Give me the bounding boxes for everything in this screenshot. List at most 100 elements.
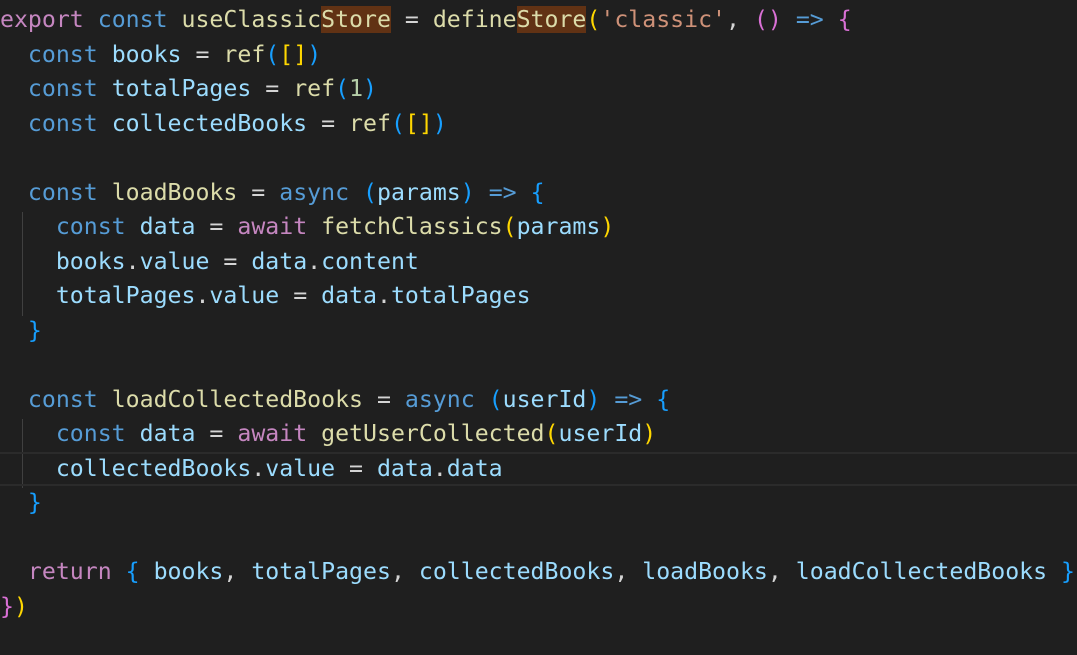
code-token: (: [335, 75, 350, 102]
code-token: }: [27, 489, 42, 516]
code-token: =: [335, 454, 377, 482]
code-line-2[interactable]: const books = ref([]): [0, 38, 1077, 73]
code-token: ): [600, 213, 615, 240]
code-token: const: [97, 6, 168, 33]
code-line-3[interactable]: const totalPages = ref(1): [0, 72, 1077, 107]
code-token: =>: [795, 6, 824, 33]
code-token: books: [55, 247, 126, 275]
code-token: const: [55, 213, 126, 240]
code-token: []: [404, 109, 433, 137]
code-token: await: [237, 420, 308, 447]
code-token: {: [837, 6, 852, 33]
code-token: value: [265, 454, 336, 482]
code-token: ): [13, 592, 28, 620]
code-token: const: [27, 40, 98, 68]
code-line-11[interactable]: [0, 348, 1077, 383]
code-token: data: [446, 454, 503, 482]
code-token: collectedBooks: [55, 454, 252, 482]
code-line-4[interactable]: const collectedBooks = ref([]): [0, 107, 1077, 142]
code-token: =: [362, 385, 405, 413]
code-line-16[interactable]: [0, 521, 1077, 556]
code-token: const: [27, 178, 98, 206]
search-match-highlight: Store: [516, 6, 587, 33]
code-token: data: [251, 247, 308, 275]
code-token: ,: [767, 558, 796, 585]
code-editor[interactable]: export const useClassicStore = defineSto…: [0, 0, 1077, 655]
code-line-8[interactable]: books.value = data.content: [0, 245, 1077, 280]
code-token: ): [642, 420, 657, 447]
code-line-10[interactable]: }: [0, 314, 1077, 349]
code-token: }: [0, 592, 14, 620]
code-token: ): [460, 178, 475, 206]
code-token: .: [432, 454, 447, 482]
code-token: }: [27, 316, 42, 344]
code-line-18[interactable]: }): [0, 590, 1077, 625]
code-token: []: [279, 40, 308, 68]
code-line-1[interactable]: export const useClassicStore = defineSto…: [0, 3, 1077, 38]
code-token: =: [195, 213, 238, 240]
code-token: ,: [223, 558, 252, 585]
code-token: ref: [293, 75, 336, 102]
code-token: content: [321, 247, 419, 275]
code-token: async: [404, 385, 475, 413]
code-token: const: [27, 109, 98, 137]
code-token: loadCollectedBooks: [111, 385, 363, 413]
code-line-15[interactable]: }: [0, 486, 1077, 521]
code-token: collectedBooks: [111, 109, 308, 137]
code-token: const: [27, 385, 98, 413]
code-token: {: [656, 385, 671, 413]
code-line-9[interactable]: totalPages.value = data.totalPages: [0, 279, 1077, 314]
code-token: =: [237, 178, 280, 206]
code-token: getUserCollected: [321, 420, 545, 447]
code-token: ,: [726, 6, 754, 33]
code-token: .: [195, 282, 210, 309]
code-token: totalPages: [251, 558, 391, 585]
code-token: =: [195, 420, 238, 447]
code-line-14[interactable]: collectedBooks.value = data.data: [0, 452, 1077, 487]
code-line-6[interactable]: const loadBooks = async (params) => {: [0, 176, 1077, 211]
code-token: =>: [614, 385, 643, 413]
code-token: =: [251, 75, 294, 102]
code-token: {: [125, 558, 140, 585]
code-token: loadCollectedBooks: [795, 558, 1048, 585]
code-token: ref: [223, 40, 266, 68]
code-token: 1: [349, 75, 364, 102]
code-line-17[interactable]: return { books, totalPages, collectedBoo…: [0, 555, 1077, 590]
code-token: export: [0, 6, 84, 33]
code-token: (: [586, 6, 601, 33]
code-line-5[interactable]: [0, 141, 1077, 176]
code-token: ): [586, 385, 601, 413]
code-token: collectedBooks: [418, 558, 615, 585]
code-token: books: [153, 558, 224, 585]
code-token: .: [307, 247, 322, 275]
code-token: ): [432, 109, 447, 137]
code-token: totalPages: [111, 75, 252, 102]
code-line-12[interactable]: const loadCollectedBooks = async (userId…: [0, 383, 1077, 418]
code-token: =>: [488, 178, 517, 206]
code-line-7[interactable]: const data = await fetchClassics(params): [0, 210, 1077, 245]
code-token: data: [139, 420, 196, 447]
code-line-13[interactable]: const data = await getUserCollected(user…: [0, 417, 1077, 452]
code-token: ): [307, 40, 322, 68]
